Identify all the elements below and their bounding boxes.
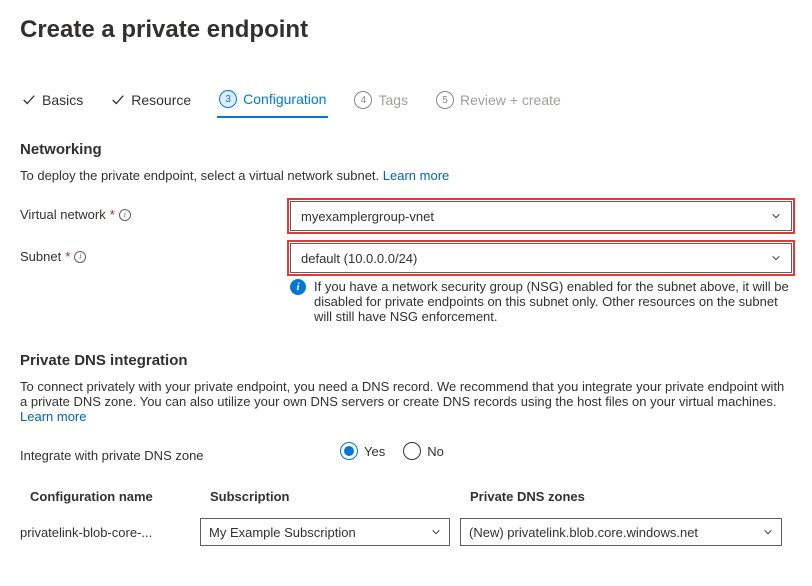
radio-circle	[340, 442, 358, 460]
tab-label: Review + create	[460, 92, 561, 108]
networking-desc: To deploy the private endpoint, select a…	[20, 168, 792, 183]
wizard-tab-review[interactable]: 5 Review + create	[434, 85, 563, 117]
required-indicator: *	[110, 207, 115, 222]
step-number: 4	[354, 91, 372, 109]
page-title: Create a private endpoint	[20, 16, 792, 44]
dns-config-table: Configuration name Subscription Private …	[20, 481, 792, 552]
tab-label: Tags	[378, 92, 408, 108]
wizard-tab-basics[interactable]: Basics	[20, 86, 85, 116]
vnet-select[interactable]: myexamplergroup-vnet	[290, 201, 792, 231]
required-indicator: *	[65, 249, 70, 264]
radio-label: Yes	[364, 444, 385, 459]
select-value: default (10.0.0.0/24)	[301, 251, 417, 266]
info-icon[interactable]: i	[119, 209, 131, 221]
wizard-tab-tags[interactable]: 4 Tags	[352, 85, 410, 117]
check-icon	[22, 93, 36, 107]
chevron-down-icon	[763, 525, 773, 540]
select-value: (New) privatelink.blob.core.windows.net	[469, 525, 698, 540]
integrate-radio-no[interactable]: No	[403, 442, 444, 460]
integrate-radio-yes[interactable]: Yes	[340, 442, 385, 460]
col-header-zone: Private DNS zones	[460, 481, 792, 512]
subscription-select[interactable]: My Example Subscription	[200, 518, 450, 546]
networking-heading: Networking	[20, 141, 792, 158]
step-number: 3	[219, 90, 237, 108]
tab-label: Configuration	[243, 91, 326, 107]
info-icon: i	[290, 279, 306, 295]
radio-circle	[403, 442, 421, 460]
step-number: 5	[436, 91, 454, 109]
learn-more-link[interactable]: Learn more	[383, 168, 449, 183]
tab-label: Basics	[42, 92, 83, 108]
table-row: privatelink-blob-core-... My Example Sub…	[20, 512, 792, 552]
chevron-down-icon	[771, 209, 781, 224]
integrate-radio-group: Yes No	[340, 442, 792, 460]
col-header-name: Configuration name	[20, 481, 200, 512]
vnet-label: Virtual network * i	[20, 201, 290, 222]
tab-label: Resource	[131, 92, 191, 108]
check-icon	[111, 93, 125, 107]
wizard-tabs: Basics Resource 3 Configuration 4 Tags 5…	[20, 84, 792, 119]
select-value: myexamplergroup-vnet	[301, 209, 434, 224]
col-header-sub: Subscription	[200, 481, 460, 512]
wizard-tab-configuration[interactable]: 3 Configuration	[217, 84, 328, 118]
dns-heading: Private DNS integration	[20, 352, 792, 369]
integrate-label: Integrate with private DNS zone	[20, 442, 340, 463]
wizard-tab-resource[interactable]: Resource	[109, 86, 193, 116]
learn-more-link[interactable]: Learn more	[20, 409, 86, 424]
subnet-label: Subnet * i	[20, 243, 290, 264]
dns-zone-select[interactable]: (New) privatelink.blob.core.windows.net	[460, 518, 782, 546]
radio-label: No	[427, 444, 444, 459]
subnet-select[interactable]: default (10.0.0.0/24)	[290, 243, 792, 273]
select-value: My Example Subscription	[209, 525, 356, 540]
chevron-down-icon	[771, 251, 781, 266]
nsg-info: i If you have a network security group (…	[290, 279, 792, 324]
config-name-cell: privatelink-blob-core-...	[20, 512, 200, 552]
info-icon[interactable]: i	[74, 251, 86, 263]
dns-desc: To connect privately with your private e…	[20, 379, 792, 424]
chevron-down-icon	[431, 525, 441, 540]
